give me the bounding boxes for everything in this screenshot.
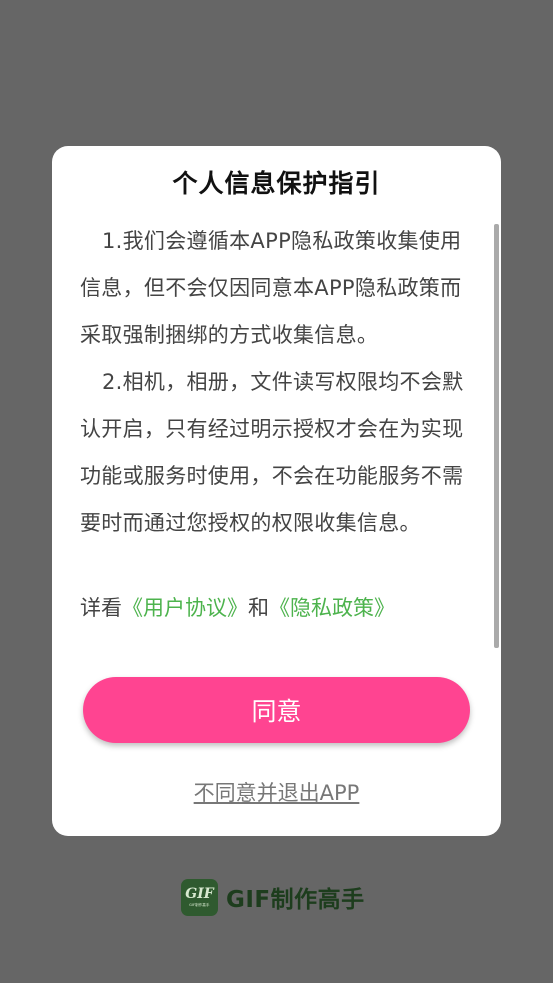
dialog-title: 个人信息保护指引 <box>172 169 381 198</box>
links-prefix: 详看 <box>80 596 122 620</box>
app-name: GIF制作高手 <box>226 887 365 913</box>
policy-paragraph-2: 2.相机，相册，文件读写权限均不会默认开启，只有经过明示授权才会在为实现功能或服… <box>80 370 464 535</box>
links-join: 和 <box>248 596 269 620</box>
user-agreement-link[interactable]: 《用户协议》 <box>122 596 248 620</box>
app-logo-icon: GIF GIF制作高手 <box>181 878 218 916</box>
policy-links-line: 详看《用户协议》和《隐私政策》 <box>80 585 480 632</box>
content-scrollbar[interactable] <box>494 224 499 648</box>
dialog-content-scroll[interactable]: 1.我们会遵循本APP隐私政策收集使用信息，但不会仅因同意本APP隐私政策而采取… <box>80 218 480 660</box>
privacy-dialog: 个人信息保护指引 1.我们会遵循本APP隐私政策收集使用信息，但不会仅因同意本A… <box>52 146 501 836</box>
app-brand: GIF GIF制作高手 GIF制作高手 <box>181 878 365 916</box>
disagree-exit-link[interactable]: 不同意并退出APP <box>52 779 501 807</box>
privacy-policy-link[interactable]: 《隐私政策》 <box>269 596 395 620</box>
app-logo-subtext: GIF制作高手 <box>189 902 210 907</box>
agree-button[interactable]: 同意 <box>83 677 470 743</box>
app-logo-text: GIF <box>185 886 214 902</box>
policy-paragraph-1: 1.我们会遵循本APP隐私政策收集使用信息，但不会仅因同意本APP隐私政策而采取… <box>80 229 462 347</box>
